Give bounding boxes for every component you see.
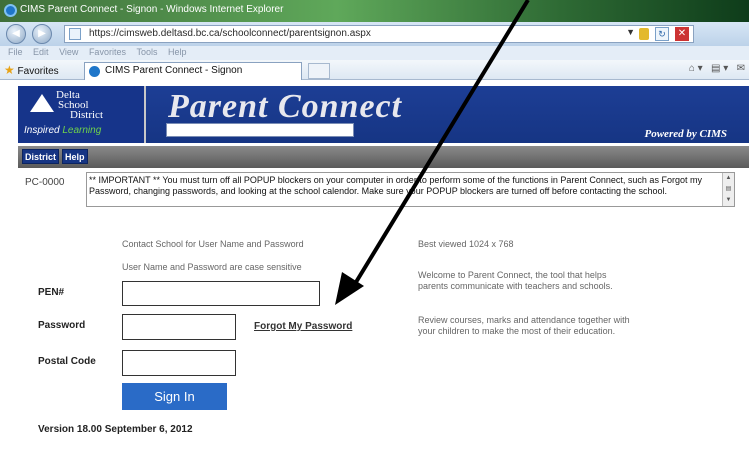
annotation-arrow [335,0,530,305]
